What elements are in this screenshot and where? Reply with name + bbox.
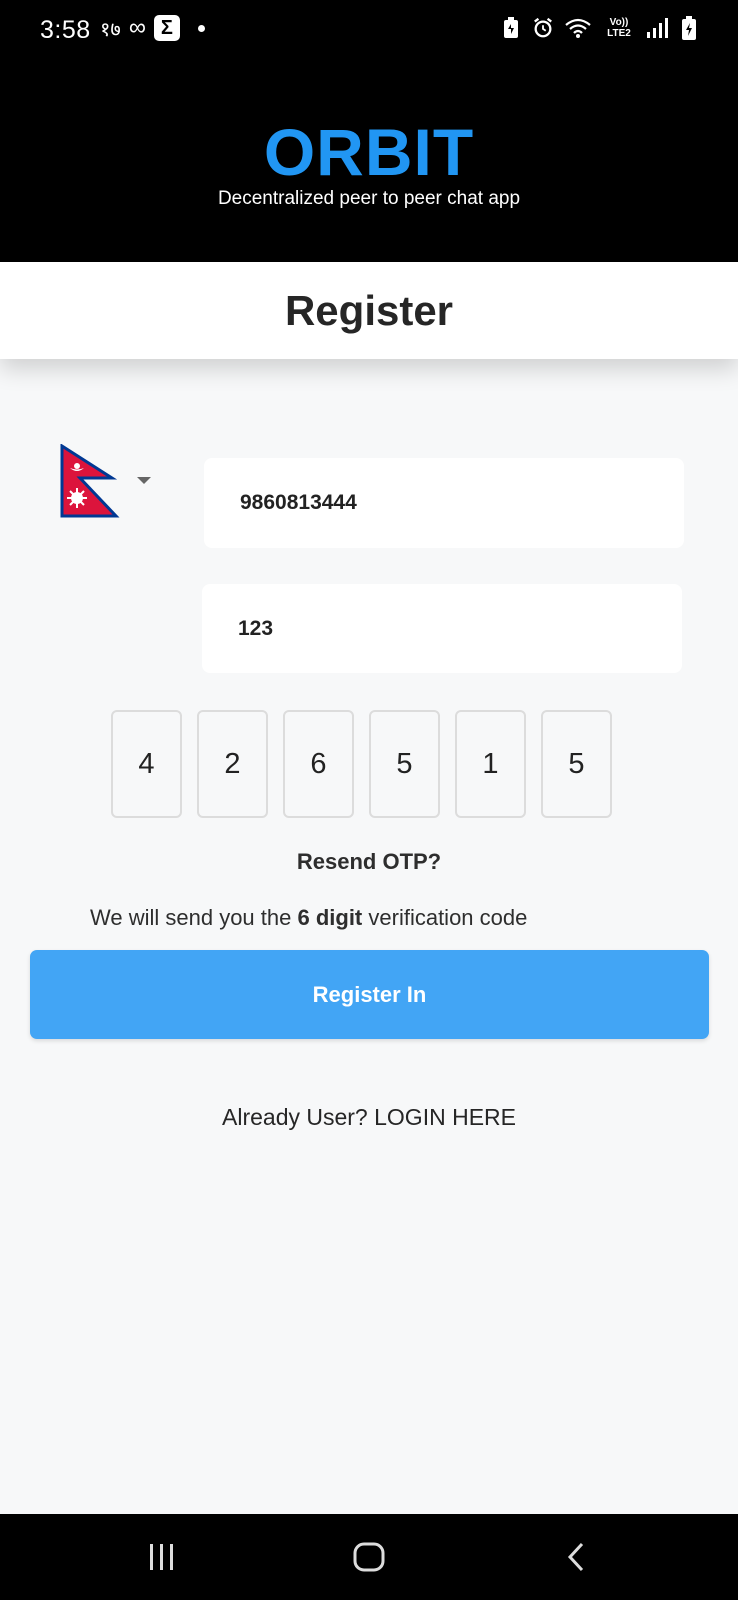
status-bar: 3:58 १७ ∞ Σ Vo)) LTE2 bbox=[0, 0, 738, 62]
battery-icon bbox=[678, 16, 700, 40]
app-title: ORBIT bbox=[263, 115, 475, 189]
login-link[interactable]: Already User? LOGIN HERE bbox=[0, 1104, 738, 1131]
status-left-icons: १७ ∞ Σ bbox=[100, 14, 205, 42]
wifi-icon bbox=[564, 16, 592, 40]
info-prefix: We will send you the bbox=[90, 905, 298, 930]
otp-digit-box[interactable]: 4 bbox=[111, 710, 182, 818]
secondary-input-value: 123 bbox=[238, 616, 274, 640]
verification-info-text: We will send you the 6 digit verificatio… bbox=[90, 905, 527, 931]
back-icon bbox=[567, 1542, 584, 1572]
recent-apps-icon bbox=[150, 1544, 173, 1570]
otp-digit-box[interactable]: 2 bbox=[197, 710, 268, 818]
chevron-down-icon[interactable] bbox=[137, 477, 151, 484]
back-button[interactable] bbox=[536, 1514, 616, 1600]
register-button[interactable]: Register In bbox=[30, 950, 709, 1039]
recent-apps-button[interactable] bbox=[122, 1514, 202, 1600]
nepal-flag-icon bbox=[60, 444, 120, 518]
otp-digit-box[interactable]: 1 bbox=[455, 710, 526, 818]
info-bold: 6 digit bbox=[297, 905, 363, 930]
alarm-icon bbox=[532, 16, 554, 40]
status-right-icons: Vo)) LTE2 bbox=[500, 16, 700, 40]
sigma-icon: Σ bbox=[153, 15, 180, 41]
country-selector[interactable] bbox=[60, 444, 120, 518]
status-time: 3:58 bbox=[40, 16, 91, 44]
lte-indicator: Vo)) LTE2 bbox=[602, 17, 636, 39]
info-suffix: verification code bbox=[362, 905, 528, 930]
battery-saver-icon bbox=[500, 16, 522, 40]
otp-digit-box[interactable]: 5 bbox=[541, 710, 612, 818]
phone-number-value: 9860813444 bbox=[240, 491, 357, 514]
otp-input-row: 4 2 6 5 1 5 bbox=[111, 710, 612, 818]
status-extra-text: १७ bbox=[100, 18, 121, 41]
title-card: Register bbox=[0, 262, 738, 359]
otp-digit-box[interactable]: 6 bbox=[283, 710, 354, 818]
signal-icon bbox=[646, 16, 668, 40]
app-subtitle: Decentralized peer to peer chat app bbox=[217, 188, 521, 209]
phone-number-input[interactable]: 9860813444 bbox=[204, 458, 684, 548]
lte-label: LTE2 bbox=[607, 28, 631, 39]
page-title: Register bbox=[284, 286, 454, 334]
notification-dot-icon bbox=[197, 24, 205, 32]
secondary-input[interactable]: 123 bbox=[202, 584, 682, 673]
home-icon bbox=[353, 1542, 385, 1572]
home-button[interactable] bbox=[329, 1514, 409, 1600]
navigation-bar bbox=[0, 1514, 738, 1600]
app-header: ORBIT Decentralized peer to peer chat ap… bbox=[0, 62, 738, 262]
otp-digit-box[interactable]: 5 bbox=[369, 710, 440, 818]
infinity-icon: ∞ bbox=[128, 14, 146, 41]
volte-label: Vo)) bbox=[609, 17, 629, 28]
resend-otp-link[interactable]: Resend OTP? bbox=[0, 849, 738, 875]
